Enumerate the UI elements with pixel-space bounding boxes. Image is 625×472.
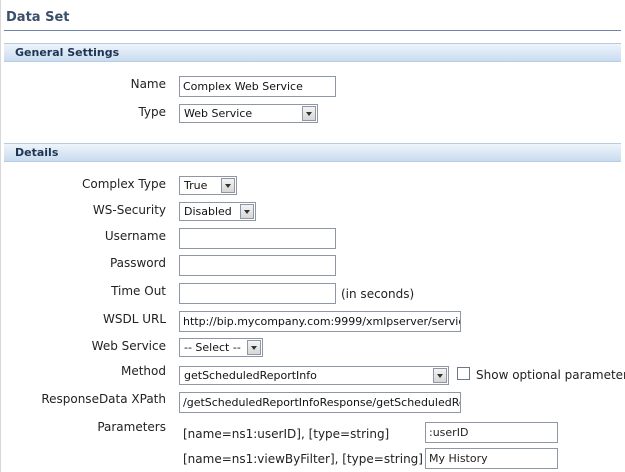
web-service-label: Web Service	[91, 339, 166, 353]
complex-type-value: True	[184, 179, 208, 192]
chevron-down-icon[interactable]	[240, 204, 254, 219]
username-field[interactable]	[179, 228, 336, 249]
web-service-select[interactable]: -- Select --	[179, 338, 263, 357]
title-divider	[4, 30, 621, 31]
name-label: Name	[130, 77, 166, 91]
method-select[interactable]: getScheduledReportInfo	[179, 366, 449, 385]
timeout-field[interactable]	[179, 283, 336, 304]
complex-type-label: Complex Type	[81, 177, 166, 191]
complex-type-select[interactable]: True	[179, 176, 237, 195]
general-settings-header: General Settings	[4, 43, 621, 62]
password-field[interactable]	[179, 255, 336, 276]
type-label: Type	[138, 105, 166, 119]
response-xpath-label: ResponseData XPath	[41, 392, 166, 406]
timeout-unit: (in seconds)	[341, 287, 415, 301]
timeout-label: Time Out	[111, 284, 166, 298]
password-label: Password	[109, 256, 166, 270]
method-value: getScheduledReportInfo	[184, 369, 317, 382]
ws-security-label: WS-Security	[92, 203, 166, 217]
type-select-value: Web Service	[184, 107, 253, 120]
type-select[interactable]: Web Service	[179, 104, 318, 123]
general-settings-title: General Settings	[15, 46, 120, 59]
show-optional-checkbox[interactable]	[457, 367, 470, 380]
details-header: Details	[4, 143, 621, 162]
details-title: Details	[15, 146, 59, 159]
show-optional-label: Show optional parameters	[476, 368, 625, 382]
parameter-desc-viewbyfilter: [name=ns1:viewByFilter], [type=string]	[183, 452, 423, 466]
frame-border	[0, 0, 1, 472]
wsdl-url-label: WSDL URL	[102, 312, 166, 326]
page-title: Data Set	[6, 10, 70, 25]
parameter-field-viewbyfilter[interactable]: My History	[425, 448, 558, 469]
response-xpath-field[interactable]: /getScheduledReportInfoResponse/getSched…	[179, 392, 461, 413]
name-field[interactable]: Complex Web Service	[179, 76, 336, 97]
username-label: Username	[104, 229, 166, 243]
chevron-down-icon[interactable]	[221, 178, 235, 193]
wsdl-url-field[interactable]: http://bip.mycompany.com:9999/xmlpserver…	[179, 311, 461, 332]
ws-security-select[interactable]: Disabled	[179, 202, 256, 221]
method-label: Method	[120, 364, 166, 378]
chevron-down-icon[interactable]	[247, 340, 261, 355]
chevron-down-icon[interactable]	[433, 368, 447, 383]
chevron-down-icon[interactable]	[302, 106, 316, 121]
parameter-desc-userid: [name=ns1:userID], [type=string]	[183, 427, 390, 441]
web-service-value: -- Select --	[184, 341, 241, 354]
parameter-field-userid[interactable]: :userID	[425, 422, 558, 443]
ws-security-value: Disabled	[184, 205, 232, 218]
parameters-label: Parameters	[97, 420, 166, 434]
